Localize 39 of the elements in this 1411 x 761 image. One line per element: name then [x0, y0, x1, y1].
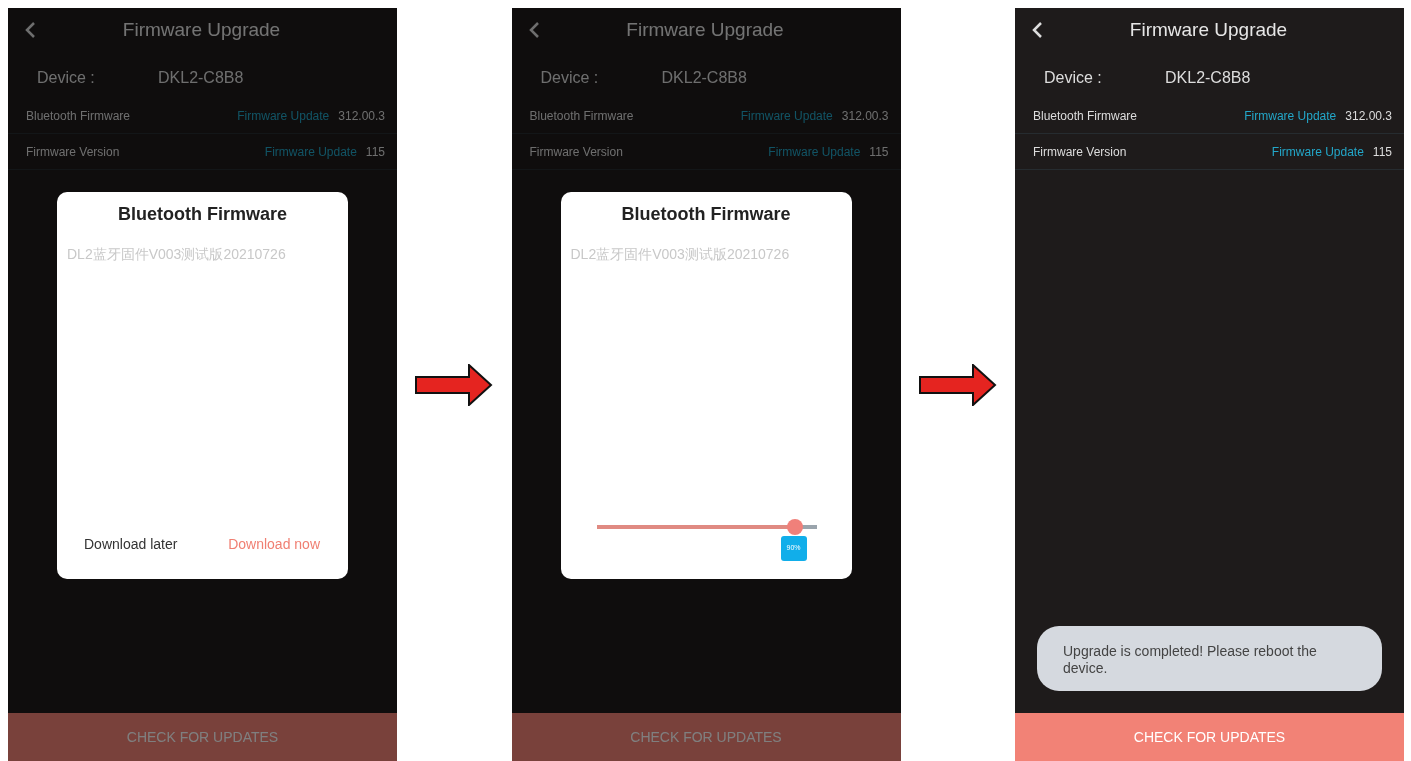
firmware-label: Bluetooth Firmware: [26, 107, 132, 125]
device-name: DKL2-C8B8: [661, 68, 747, 88]
device-label: Device :: [540, 68, 600, 88]
check-updates-button[interactable]: CHECK FOR UPDATES: [8, 713, 397, 761]
back-icon[interactable]: [1031, 21, 1043, 39]
check-updates-button[interactable]: CHECK FOR UPDATES: [511, 713, 901, 761]
firmware-label: Bluetooth Firmware: [1033, 107, 1139, 125]
firmware-label: Firmware Version: [529, 143, 624, 161]
firmware-update-link[interactable]: Firmware Update: [1271, 142, 1364, 161]
firmware-update-link[interactable]: Firmware Update: [237, 106, 330, 125]
right-arrow-icon: [918, 363, 997, 406]
version-number: 312.00.3: [841, 107, 889, 125]
version-number: 115: [869, 143, 889, 161]
screen-title: Firmware Upgrade: [625, 17, 785, 42]
device-name: DKL2-C8B8: [158, 68, 244, 88]
screen-title: Firmware Upgrade: [1128, 17, 1289, 42]
device-label: Device :: [37, 68, 96, 88]
device-name: DKL2-C8B8: [1165, 68, 1251, 88]
version-number: 312.00.3: [338, 107, 385, 125]
right-arrow-icon: [415, 363, 494, 406]
dialog-title: Bluetooth Firmware: [117, 203, 288, 226]
firmware-label: Bluetooth Firmware: [529, 107, 635, 125]
progress-thumb: [786, 519, 803, 535]
firmware-update-link[interactable]: Firmware Update: [768, 142, 861, 161]
download-later-button[interactable]: Download later: [84, 530, 178, 559]
download-now-button[interactable]: Download now: [228, 530, 320, 559]
version-number: 115: [365, 143, 385, 161]
firmware-update-link[interactable]: Firmware Update: [740, 106, 833, 125]
toast-message: Upgrade is completed! Please reboot the device.: [1037, 626, 1382, 691]
version-number: 312.00.3: [1345, 107, 1392, 125]
firmware-update-link[interactable]: Firmware Update: [1244, 106, 1337, 125]
firmware-update-link[interactable]: Firmware Update: [264, 142, 357, 161]
firmware-label: Firmware Version: [1033, 143, 1128, 161]
version-number: 115: [1372, 143, 1392, 161]
screen-title: Firmware Upgrade: [121, 17, 282, 42]
check-updates-button[interactable]: CHECK FOR UPDATES: [1015, 713, 1404, 761]
dialog-title: Bluetooth Firmware: [620, 203, 792, 226]
firmware-label: Firmware Version: [26, 143, 121, 161]
device-label: Device :: [1044, 68, 1103, 88]
